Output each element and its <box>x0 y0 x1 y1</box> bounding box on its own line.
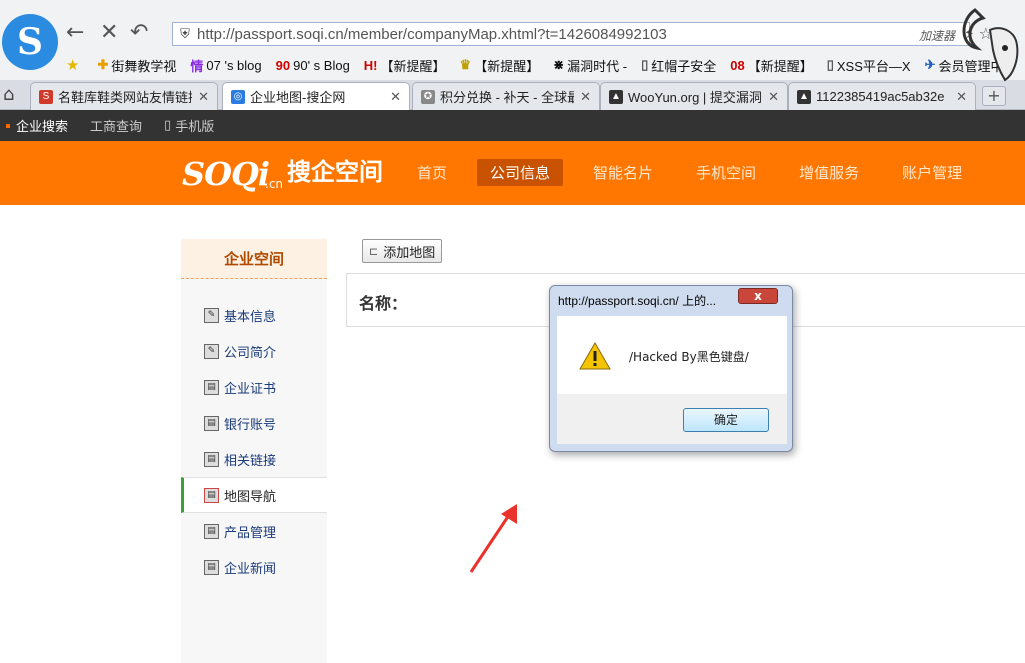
favorites-star-icon[interactable]: ★ <box>66 56 79 74</box>
sidebar-item-profile[interactable]: ✎ 公司简介 <box>181 333 327 369</box>
back-icon[interactable]: ← <box>66 20 84 45</box>
nav-home[interactable]: 首页 <box>404 159 460 186</box>
close-tab-icon[interactable]: ✕ <box>580 89 591 105</box>
nav-company-info[interactable]: 公司信息 <box>477 159 564 186</box>
tab[interactable]: ▲ 1122385419ac5ab32e ✕ <box>788 82 976 110</box>
nav-smart-card[interactable]: 智能名片 <box>580 159 666 186</box>
sidebar-item-basic-info[interactable]: ✎ 基本信息 <box>181 297 327 333</box>
dialog-footer: 确定 <box>557 394 787 444</box>
edit-icon: ✎ <box>204 307 219 323</box>
nav-mobile-space[interactable]: 手机空间 <box>683 159 769 186</box>
main-nav: 首页 公司信息 智能名片 手机空间 增值服务 账户管理 <box>404 159 992 186</box>
sidebar-item-links[interactable]: ▤ 相关链接 <box>181 441 327 477</box>
document-icon: ▤ <box>204 559 219 575</box>
bookmark-item[interactable]: ✚ 街舞教学视 <box>97 56 176 75</box>
shield-icon: ⛨ <box>180 26 190 42</box>
page-icon: ▯ <box>641 57 649 72</box>
tab[interactable]: ▲ WooYun.org | 提交漏洞 ✕ <box>600 82 788 110</box>
tab-favicon-icon: ✪ <box>421 89 435 104</box>
ok-button[interactable]: 确定 <box>683 408 769 432</box>
page-icon: ▯ <box>826 57 834 72</box>
alert-dialog: http://passport.soqi.cn/ 上的... x /Hacked… <box>549 285 793 452</box>
bookmark-item[interactable]: ⋇ 漏洞时代 - <box>553 56 627 75</box>
topbar-link-search[interactable]: 企业搜索 <box>6 116 68 135</box>
topbar-link-business[interactable]: 工商查询 <box>90 116 142 135</box>
bookmark-item[interactable]: 情 07 's blog <box>190 56 261 75</box>
bookmark-item[interactable]: ▯ XSS平台—X <box>827 56 911 75</box>
sidebar-item-products[interactable]: ▤ 产品管理 <box>181 513 327 549</box>
sidebar-item-news[interactable]: ▤ 企业新闻 <box>181 549 327 585</box>
grid-icon: ⋇ <box>553 57 565 72</box>
accelerator-label[interactable]: 加速器 <box>919 27 955 44</box>
blog-icon: 情 <box>190 58 204 74</box>
crown-icon: ♛ <box>459 57 472 72</box>
browser-toolbar: S ← ✕ ↶ ⛨ http://passport.soqi.cn/member… <box>0 0 1025 82</box>
dialog-message: /Hacked By黑色键盘/ <box>629 350 749 364</box>
dialog-title: http://passport.soqi.cn/ 上的... <box>558 294 717 308</box>
bookmark-icon: ✚ <box>97 57 109 72</box>
sidebar: 企业空间 ✎ 基本信息 ✎ 公司简介 ▤ 企业证书 ▤ 银行账号 ▤ 相关链接 ▤ 地图导航… <box>181 239 327 663</box>
tab-favicon-icon: ◎ <box>231 89 245 104</box>
tab-strip: ⌂ S 名鞋库鞋类网站友情链接 ✕ ◎ 企业地图-搜企网 ✕ ✪ 积分兑换 - … <box>0 80 1025 110</box>
tab-favicon-icon: S <box>39 89 53 104</box>
edit-icon: ✎ <box>204 343 219 359</box>
browser-logo-icon: S <box>2 14 58 70</box>
document-icon: ▤ <box>204 379 219 395</box>
stop-icon[interactable]: ✕ <box>100 20 118 45</box>
bird-icon: ✈ <box>924 57 936 72</box>
undo-icon[interactable]: ↶ <box>130 20 148 45</box>
address-bar[interactable]: ⛨ http://passport.soqi.cn/member/company… <box>172 22 970 46</box>
site-logo[interactable]: SOQi .cn 搜企空间 <box>182 152 383 193</box>
sidebar-item-map[interactable]: ▤ 地图导航 <box>181 477 327 513</box>
tab-favicon-icon: ▲ <box>797 89 811 104</box>
bookmarks-bar: ★ ✚ 街舞教学视 情 07 's blog 90 90' s Blog H! 【新提醒… <box>0 50 1025 80</box>
nav-account[interactable]: 账户管理 <box>889 159 975 186</box>
bullet-icon <box>6 123 10 128</box>
goat-avatar-icon <box>962 8 1019 82</box>
topbar-link-mobile[interactable]: ▯ 手机版 <box>164 116 214 135</box>
bookmark-item[interactable]: ▯ 红帽子安全 <box>641 56 716 75</box>
map-icon: ▤ <box>204 487 219 503</box>
map-add-icon: ⊏ <box>369 244 379 258</box>
document-icon: ▤ <box>204 523 219 539</box>
name-label: 名称： <box>359 294 408 313</box>
sidebar-title: 企业空间 <box>181 239 327 279</box>
close-tab-icon[interactable]: ✕ <box>390 89 401 105</box>
document-icon: ▤ <box>204 415 219 431</box>
phone-icon: ▯ <box>164 118 172 133</box>
close-tab-icon[interactable]: ✕ <box>198 89 209 105</box>
tab-active[interactable]: ◎ 企业地图-搜企网 ✕ <box>222 82 410 110</box>
dialog-close-button[interactable]: x <box>738 288 778 304</box>
red-arrow-icon <box>469 504 517 573</box>
bookmark-item[interactable]: 08 【新提醒】 <box>730 56 812 75</box>
dialog-body: /Hacked By黑色键盘/ <box>557 316 787 394</box>
site-header: SOQi .cn 搜企空间 首页 公司信息 智能名片 手机空间 增值服务 账户管… <box>0 141 1025 205</box>
url-text[interactable]: http://passport.soqi.cn/member/companyMa… <box>197 26 667 43</box>
warning-icon <box>579 342 611 370</box>
home-icon[interactable]: ⌂ <box>3 84 14 105</box>
tab-favicon-icon: ▲ <box>609 89 623 104</box>
nav-value-added[interactable]: 增值服务 <box>786 159 872 186</box>
tab[interactable]: ✪ 积分兑换 - 补天 - 全球最 ✕ <box>412 82 600 110</box>
site-topbar: 企业搜索 工商查询 ▯ 手机版 <box>0 110 1025 141</box>
add-map-button[interactable]: ⊏ 添加地图 <box>362 239 443 263</box>
sidebar-item-bank-account[interactable]: ▤ 银行账号 <box>181 405 327 441</box>
alert-icon: H! <box>363 57 378 73</box>
bookmark-item[interactable]: H! 【新提醒】 <box>364 56 446 75</box>
bookmark-item[interactable]: ♛ 【新提醒】 <box>460 56 540 75</box>
tab[interactable]: S 名鞋库鞋类网站友情链接 ✕ <box>30 82 218 110</box>
close-tab-icon[interactable]: ✕ <box>768 89 779 105</box>
document-icon: ▤ <box>204 451 219 467</box>
sidebar-item-certificates[interactable]: ▤ 企业证书 <box>181 369 327 405</box>
bookmark-item[interactable]: 90 90' s Blog <box>276 58 350 73</box>
